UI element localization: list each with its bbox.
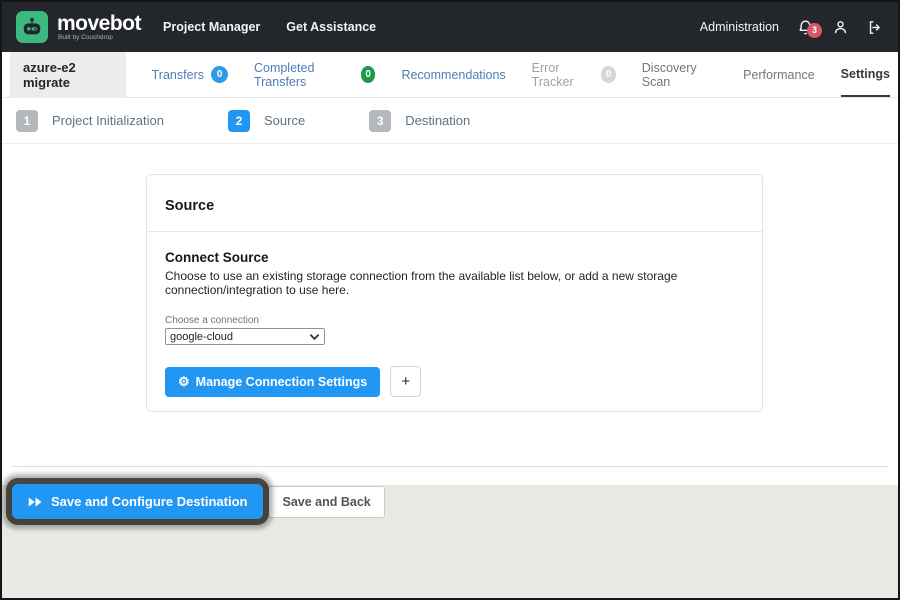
- tab-recommendations-label: Recommendations: [401, 68, 505, 82]
- tab-performance-label: Performance: [743, 68, 815, 82]
- top-right-controls: Administration 3: [700, 19, 884, 36]
- top-navigation-bar: movebot Built by Couchdrop Project Manag…: [2, 2, 898, 52]
- step-1-label: Project Initialization: [52, 113, 164, 128]
- manage-connection-settings-label: Manage Connection Settings: [196, 375, 368, 389]
- content-divider: [12, 466, 888, 467]
- transfers-count-badge: 0: [211, 66, 228, 83]
- tab-completed-transfers-label: Completed Transfers: [254, 61, 354, 89]
- sign-out-icon: [867, 19, 884, 36]
- tab-recommendations[interactable]: Recommendations: [401, 52, 505, 97]
- tab-settings-label: Settings: [841, 67, 890, 81]
- gear-icon: ⚙: [178, 375, 190, 388]
- person-icon: [832, 19, 849, 36]
- tab-error-tracker-label: Error Tracker: [532, 61, 595, 89]
- app-window: movebot Built by Couchdrop Project Manag…: [0, 0, 900, 600]
- step-3-label: Destination: [405, 113, 470, 128]
- main-content: Source Connect Source Choose to use an e…: [2, 144, 898, 485]
- tab-discovery-scan[interactable]: Discovery Scan: [642, 52, 717, 97]
- movebot-logo-icon[interactable]: [16, 11, 48, 43]
- source-card-header: Source: [147, 175, 762, 232]
- step-3-number: 3: [369, 110, 391, 132]
- save-and-configure-destination-button[interactable]: Save and Configure Destination: [12, 484, 263, 519]
- chevron-down-icon: [309, 333, 320, 341]
- save-and-back-button[interactable]: Save and Back: [268, 486, 384, 518]
- logout-button[interactable]: [867, 19, 884, 36]
- project-tab-bar: azure-e2 migrate Transfers 0 Completed T…: [2, 52, 898, 98]
- step-destination[interactable]: 3 Destination: [369, 110, 470, 132]
- project-name-pill[interactable]: azure-e2 migrate: [10, 52, 126, 98]
- account-button[interactable]: [832, 19, 849, 36]
- footer-actions: Save and Configure Destination Save and …: [12, 484, 898, 519]
- step-project-initialization[interactable]: 1 Project Initialization: [16, 110, 164, 132]
- error-tracker-count-badge: 0: [601, 66, 616, 83]
- fast-forward-icon: [28, 496, 43, 508]
- source-card-body: Connect Source Choose to use an existing…: [147, 232, 762, 411]
- source-card: Source Connect Source Choose to use an e…: [146, 174, 763, 412]
- step-1-number: 1: [16, 110, 38, 132]
- connect-source-title: Connect Source: [165, 250, 744, 265]
- tab-error-tracker[interactable]: Error Tracker 0: [532, 52, 616, 97]
- card-title: Source: [165, 198, 744, 214]
- notifications-button[interactable]: 3: [797, 19, 814, 36]
- completed-transfers-count-badge: 0: [361, 66, 376, 83]
- save-and-configure-destination-label: Save and Configure Destination: [51, 494, 247, 509]
- tab-performance[interactable]: Performance: [743, 52, 815, 97]
- tab-transfers[interactable]: Transfers 0: [152, 52, 228, 97]
- brand-tagline: Built by Couchdrop: [57, 35, 141, 42]
- brand-text[interactable]: movebot Built by Couchdrop: [57, 13, 141, 42]
- tab-settings[interactable]: Settings: [841, 52, 890, 97]
- tab-completed-transfers[interactable]: Completed Transfers 0: [254, 52, 375, 97]
- step-2-label: Source: [264, 113, 305, 128]
- nav-administration[interactable]: Administration: [700, 20, 779, 34]
- connection-select-label: Choose a connection: [165, 315, 744, 326]
- robot-icon: [21, 16, 43, 38]
- step-2-number: 2: [228, 110, 250, 132]
- plus-icon: +: [401, 373, 410, 390]
- tab-transfers-label: Transfers: [152, 68, 204, 82]
- notification-count-badge: 3: [807, 23, 822, 38]
- tab-discovery-scan-label: Discovery Scan: [642, 61, 717, 89]
- top-nav-links: Project Manager Get Assistance: [163, 20, 376, 34]
- connect-source-description: Choose to use an existing storage connec…: [165, 269, 744, 297]
- nav-project-manager[interactable]: Project Manager: [163, 20, 260, 34]
- connection-select-value: google-cloud: [170, 331, 233, 343]
- brand-name: movebot: [57, 13, 141, 34]
- nav-get-assistance[interactable]: Get Assistance: [286, 20, 376, 34]
- connection-buttons-row: ⚙ Manage Connection Settings +: [165, 366, 744, 397]
- connection-select[interactable]: google-cloud: [165, 328, 325, 345]
- save-and-back-label: Save and Back: [282, 495, 370, 509]
- add-connection-button[interactable]: +: [390, 366, 421, 397]
- settings-stepper: 1 Project Initialization 2 Source 3 Dest…: [2, 98, 898, 144]
- manage-connection-settings-button[interactable]: ⚙ Manage Connection Settings: [165, 367, 380, 397]
- step-source[interactable]: 2 Source: [228, 110, 305, 132]
